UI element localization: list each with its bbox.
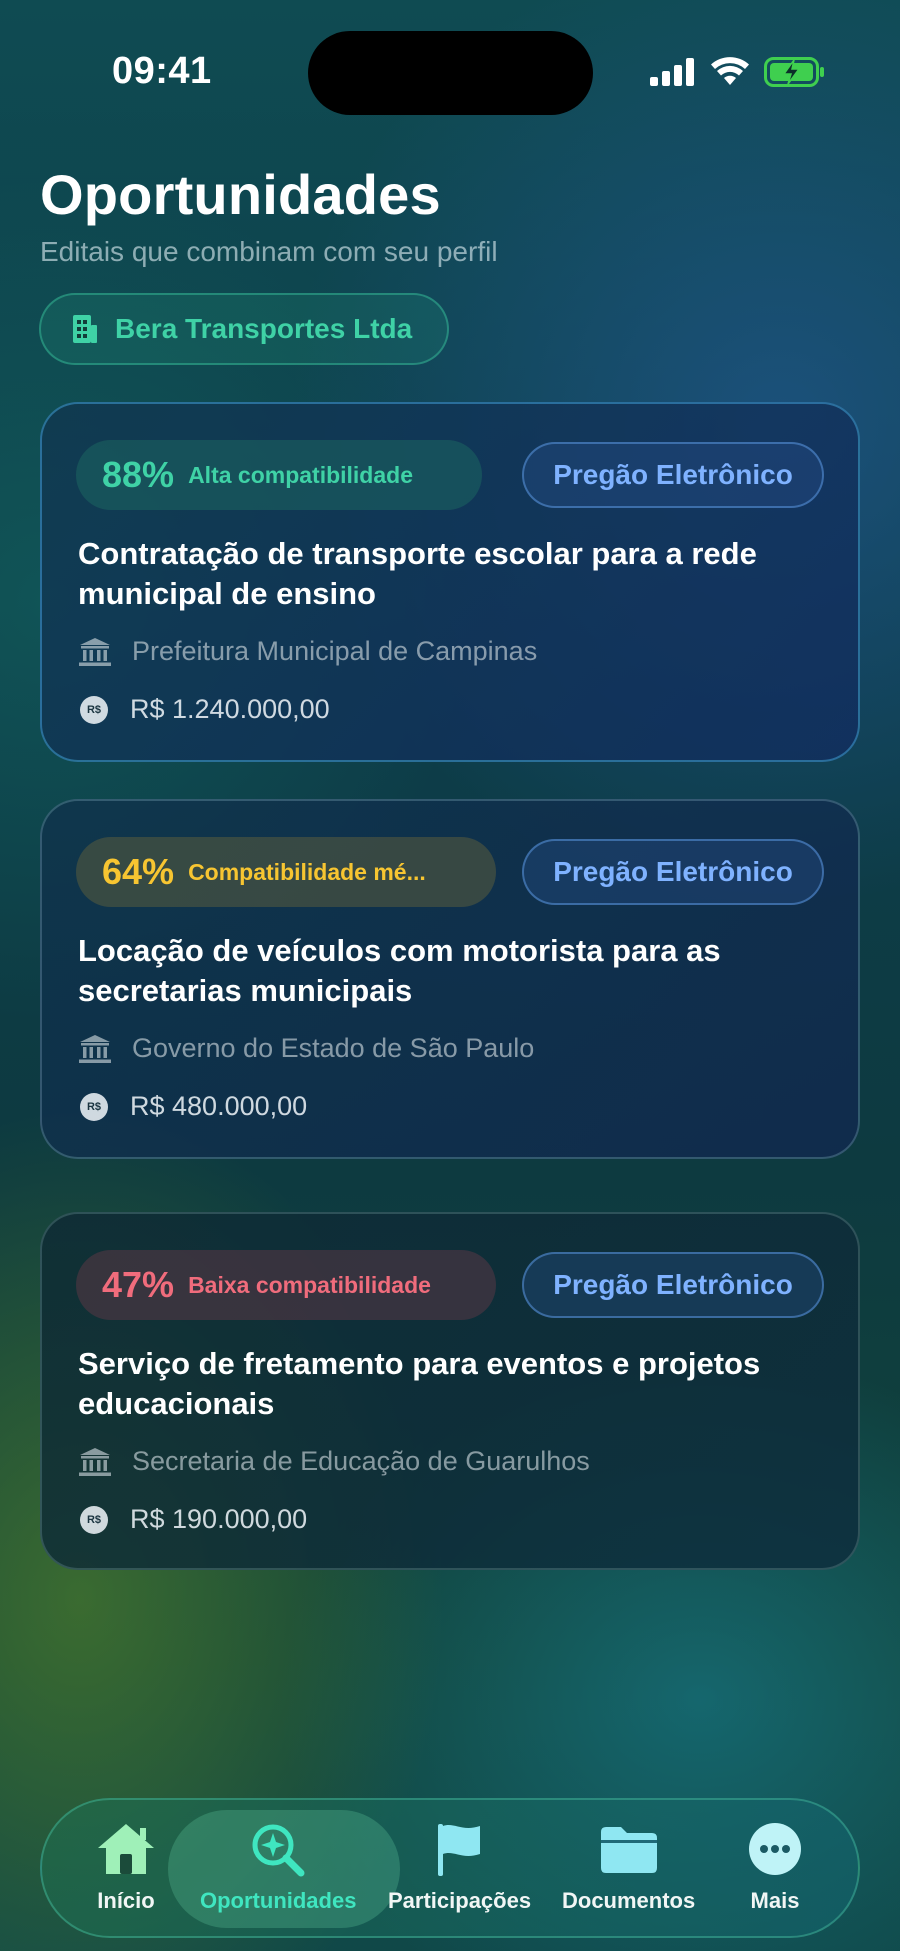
organization-name: Secretaria de Educação de Guarulhos [132,1446,590,1476]
opportunity-card[interactable]: 88% Alta compatibilidade Pregão Eletrôni… [40,402,860,762]
tab-label: Documentos [562,1888,696,1913]
bottom-tab-bar: Início Oportunidades Participações Docum… [40,1798,860,1938]
company-name: Bera Transportes Ltda [115,313,413,344]
bank-icon [79,1034,111,1063]
organization-row: Prefeitura Municipal de Campinas [78,636,537,667]
compatibility-badge: 64% Compatibilidade mé... [76,837,496,907]
more-icon [749,1823,801,1875]
currency-icon: R$ [80,1092,108,1121]
tab-label: Início [97,1888,155,1913]
page-title: Oportunidades [40,163,441,226]
compatibility-label: Baixa compatibilidade [188,1271,431,1298]
folder-icon [600,1827,657,1873]
tab-oportunidades[interactable]: Oportunidades [200,1820,356,1914]
dynamic-island [308,31,593,115]
tab-documentos[interactable]: Documentos [562,1820,695,1914]
battery-charging-icon [764,57,824,87]
status-time: 09:41 [112,50,212,92]
home-icon [98,1824,154,1874]
opportunity-title: Locação de veículos com motorista para a… [78,933,721,1008]
tab-label: Participações [388,1888,532,1913]
company-selector-chip[interactable]: Bera Transportes Ltda [39,293,449,365]
opportunity-title: Serviço de fretamento para eventos e pro… [78,1346,761,1421]
compatibility-badge: 47% Baixa compatibilidade [76,1250,496,1320]
search-sparkle-icon [252,1824,305,1877]
organization-name: Prefeitura Municipal de Campinas [132,636,538,666]
compatibility-score: 47% [102,1264,175,1305]
opportunity-card[interactable]: 64% Compatibilidade mé... Pregão Eletrôn… [40,799,860,1159]
signal-icon [650,58,694,86]
bank-icon [79,1447,111,1476]
opportunity-card[interactable]: 47% Baixa compatibilidade Pregão Eletrôn… [40,1212,860,1570]
value-row: R$ R$ 190.000,00 [78,1504,307,1535]
compatibility-score: 64% [102,851,175,892]
opportunity-title: Contratação de transporte escolar para a… [78,536,757,611]
tab-inicio[interactable]: Início [94,1820,158,1914]
organization-name: Governo do Estado de São Paulo [132,1033,535,1063]
bank-icon [79,637,111,666]
tab-label: Mais [750,1888,800,1913]
tab-mais[interactable]: Mais [746,1820,804,1914]
modality-badge: Pregão Eletrônico [522,839,824,905]
compatibility-label: Alta compatibilidade [188,461,413,488]
organization-row: Secretaria de Educação de Guarulhos [78,1446,590,1477]
organization-row: Governo do Estado de São Paulo [78,1033,534,1064]
page-subtitle: Editais que combinam com seu perfil [40,236,498,267]
estimated-value: R$ 190.000,00 [130,1504,308,1534]
compatibility-label: Compatibilidade mé... [188,858,426,885]
value-row: R$ R$ 1.240.000,00 [78,694,330,725]
wifi-icon [711,57,749,85]
estimated-value: R$ 1.240.000,00 [130,694,330,724]
currency-icon: R$ [80,1505,108,1534]
flag-icon [437,1824,480,1876]
currency-icon: R$ [80,695,108,724]
modality-badge: Pregão Eletrônico [522,1252,824,1318]
estimated-value: R$ 480.000,00 [130,1091,308,1121]
compatibility-score: 88% [102,454,175,495]
value-row: R$ R$ 480.000,00 [78,1091,307,1122]
tab-participacoes[interactable]: Participações [388,1820,531,1914]
tab-label: Oportunidades [200,1888,357,1913]
status-icons [650,56,826,88]
modality-badge: Pregão Eletrônico [522,442,824,508]
compatibility-badge: 88% Alta compatibilidade [76,440,482,510]
building-icon [73,315,97,343]
